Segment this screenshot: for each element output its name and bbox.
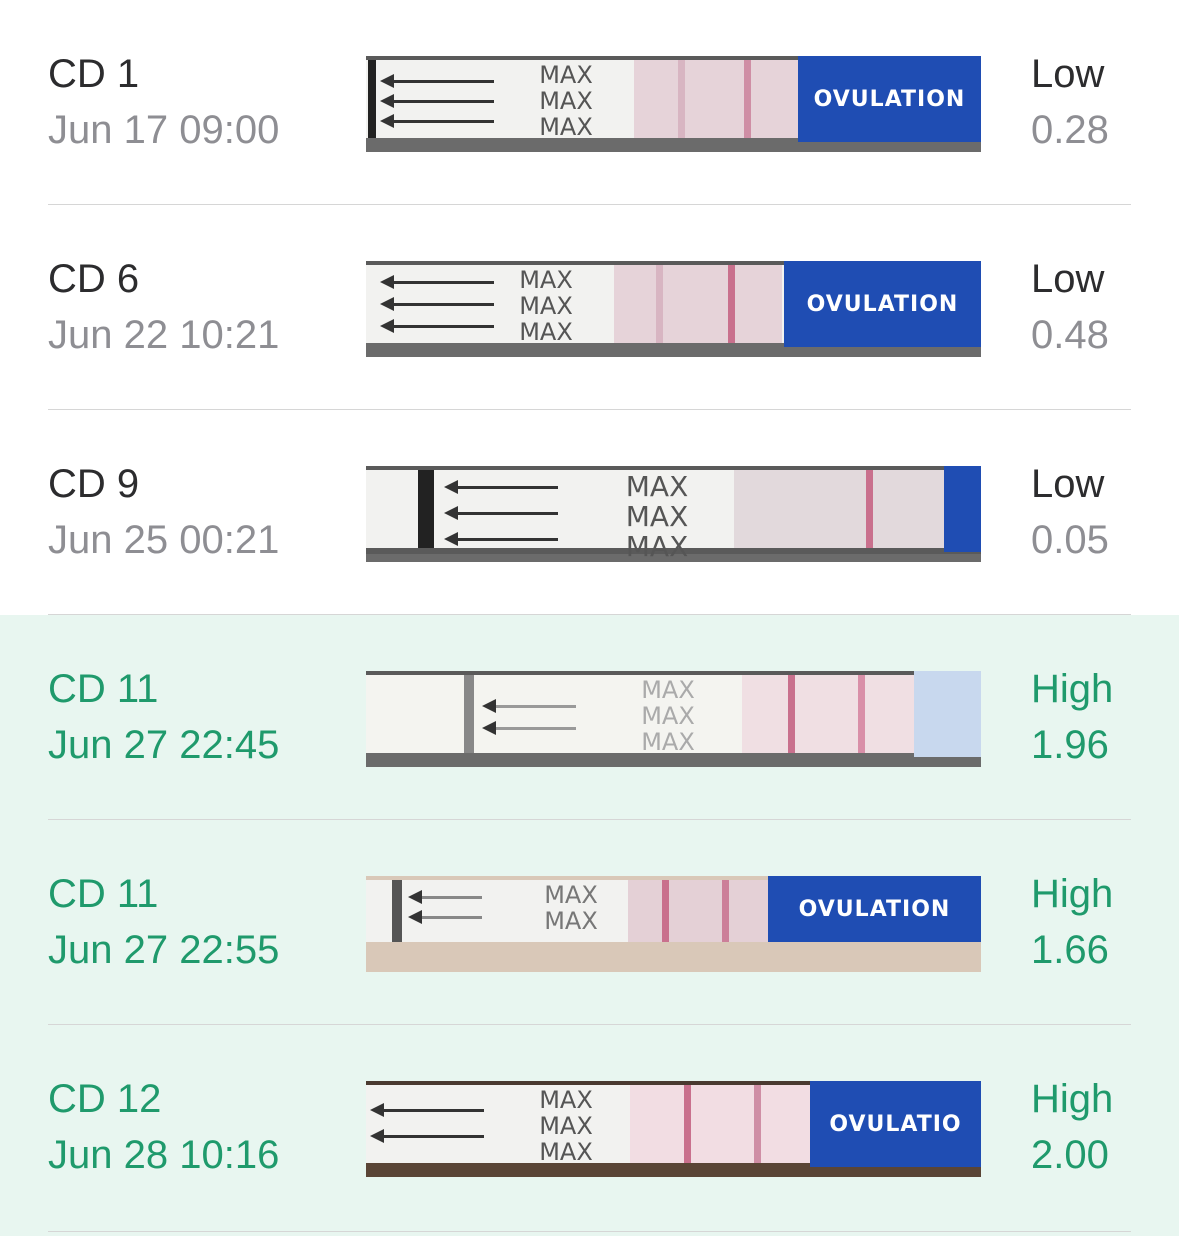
test-date: Jun 17 09:00	[48, 108, 280, 152]
test-strip-photo: MAX MAX MAX OVULATION	[366, 261, 981, 357]
row-divider	[48, 1231, 1131, 1232]
brand-label: OVULATION	[784, 261, 981, 347]
test-strip-photo: MAX MAX MAX OVULATION	[366, 56, 981, 152]
cycle-day: CD 11	[48, 667, 159, 711]
result-level: High	[1031, 667, 1114, 711]
result-value: 0.05	[1031, 518, 1109, 562]
test-strip-photo: MAX MAX MAX OVULATIO	[366, 1081, 981, 1177]
test-strip-photo: MAX MAX MAX	[366, 671, 981, 767]
result-value: 2.00	[1031, 1133, 1109, 1177]
result-level: High	[1031, 1077, 1114, 1121]
cycle-day: CD 6	[48, 257, 140, 301]
result-value: 0.28	[1031, 108, 1109, 152]
test-strip-photo: MAX MAX OVULATION	[366, 876, 981, 972]
brand-label: OVULATIO	[810, 1081, 981, 1167]
result-level: Low	[1031, 257, 1105, 301]
test-row[interactable]: CD 11 Jun 27 22:55 MAX MAX OVULATION High…	[0, 820, 1179, 1025]
test-strip-photo: MAX MAX MAX	[366, 466, 981, 562]
result-value: 1.66	[1031, 928, 1109, 972]
test-row[interactable]: CD 9 Jun 25 00:21 MAX MAX MAX Low 0.05	[0, 410, 1179, 615]
result-level: Low	[1031, 462, 1105, 506]
brand-label: OVULATION	[768, 876, 981, 942]
test-date: Jun 25 00:21	[48, 518, 280, 562]
test-date: Jun 27 22:55	[48, 928, 280, 972]
result-value: 1.96	[1031, 723, 1109, 767]
test-date: Jun 28 10:16	[48, 1133, 280, 1177]
test-row[interactable]: CD 1 Jun 17 09:00 MAX MAX MAX OVULATION Lo…	[0, 0, 1179, 205]
cycle-day: CD 11	[48, 872, 159, 916]
test-row[interactable]: CD 12 Jun 28 10:16 MAX MAX MAX OVULATIO Hi…	[0, 1025, 1179, 1236]
result-value: 0.48	[1031, 313, 1109, 357]
test-date: Jun 27 22:45	[48, 723, 280, 767]
result-level: High	[1031, 872, 1114, 916]
brand-label	[944, 466, 981, 552]
brand-label	[914, 671, 981, 757]
result-level: Low	[1031, 52, 1105, 96]
test-row[interactable]: CD 11 Jun 27 22:45 MAX MAX MAX High 1.96	[0, 615, 1179, 820]
cycle-day: CD 1	[48, 52, 140, 96]
test-row[interactable]: CD 6 Jun 22 10:21 MAX MAX MAX OVULATION Lo…	[0, 205, 1179, 410]
cycle-day: CD 9	[48, 462, 140, 506]
cycle-day: CD 12	[48, 1077, 162, 1121]
brand-label: OVULATION	[798, 56, 981, 142]
test-date: Jun 22 10:21	[48, 313, 280, 357]
